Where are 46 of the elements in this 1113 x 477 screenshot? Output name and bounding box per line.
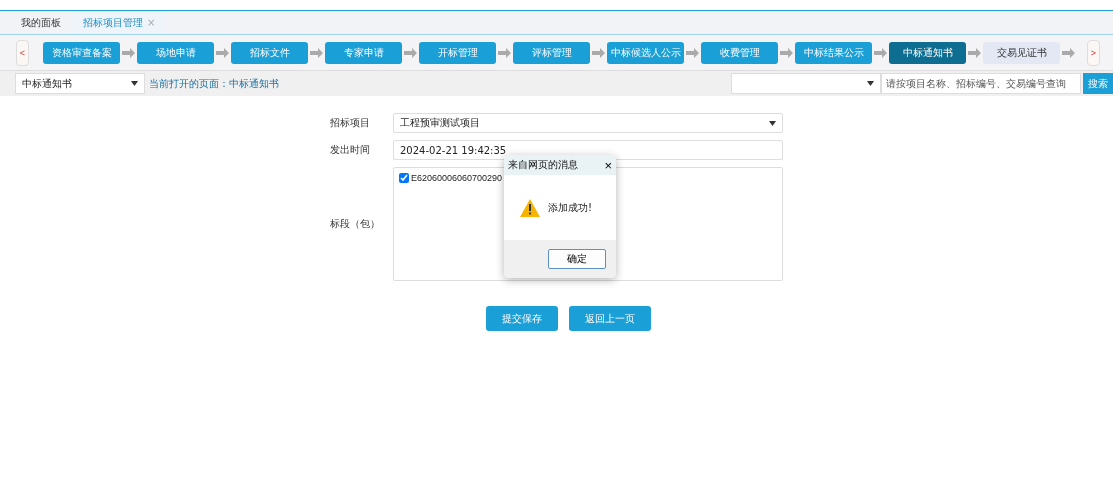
arrow-icon (968, 47, 981, 58)
caret-icon (131, 81, 138, 86)
step-button[interactable]: 中标结果公示 (795, 41, 872, 64)
arrow-icon (122, 47, 135, 58)
arrow-icon (498, 47, 511, 58)
arrow-icon (686, 47, 699, 58)
prev-button[interactable]: < (16, 39, 29, 66)
tab[interactable]: 招标项目管理 × (72, 11, 167, 34)
page-select[interactable]: 中标通知书 (15, 73, 145, 94)
step-button[interactable]: 中标通知书 (889, 41, 966, 64)
step-button[interactable]: 评标管理 (513, 41, 590, 64)
arrow-icon (1062, 47, 1075, 58)
project-select[interactable]: 工程预审测试项目 (393, 113, 783, 133)
checkbox[interactable] (399, 173, 409, 183)
arrow-icon (592, 47, 605, 58)
step-button[interactable]: 收费管理 (701, 41, 778, 64)
next-button[interactable]: > (1087, 39, 1100, 66)
field-label: 发出时间 (330, 143, 371, 157)
search-field[interactable]: 请按项目名称、招标编号、交易编号查询 (881, 73, 1081, 94)
step-button[interactable]: 开标管理 (419, 41, 496, 64)
arrow-icon (874, 47, 887, 58)
arrow-icon (310, 47, 323, 58)
search-button[interactable]: 搜索 (1083, 73, 1113, 94)
dialog-message: 添加成功! (548, 200, 592, 215)
step-button[interactable]: 招标文件 (231, 41, 308, 64)
section-code: E62060006060700290 (411, 173, 503, 183)
close-button[interactable]: × (604, 158, 612, 172)
arrow-icon (216, 47, 229, 58)
step-button[interactable]: 资格审查备案 (43, 41, 120, 64)
close-icon[interactable]: × (147, 17, 156, 28)
action-button[interactable]: 提交保存 (486, 306, 558, 331)
arrow-icon (404, 47, 417, 58)
ok-button[interactable]: 确定 (548, 249, 606, 269)
caret-icon (769, 120, 776, 126)
warning-icon (520, 198, 540, 217)
dialog-title: 来自网页的消息 (508, 158, 578, 172)
tab[interactable]: 我的面板 (10, 11, 72, 34)
action-button[interactable]: 返回上一页 (569, 306, 651, 331)
step-button[interactable]: 中标候选人公示 (607, 41, 684, 64)
current-page-text: 当前打开的页面：中标通知书 (149, 76, 279, 91)
field-label: 标段（包） (330, 217, 381, 231)
step-button[interactable]: 场地申请 (137, 41, 214, 64)
step-button[interactable]: 专家申请 (325, 41, 402, 64)
field-label: 招标项目 (330, 116, 371, 130)
arrow-icon (780, 47, 793, 58)
caret-icon (867, 81, 874, 86)
